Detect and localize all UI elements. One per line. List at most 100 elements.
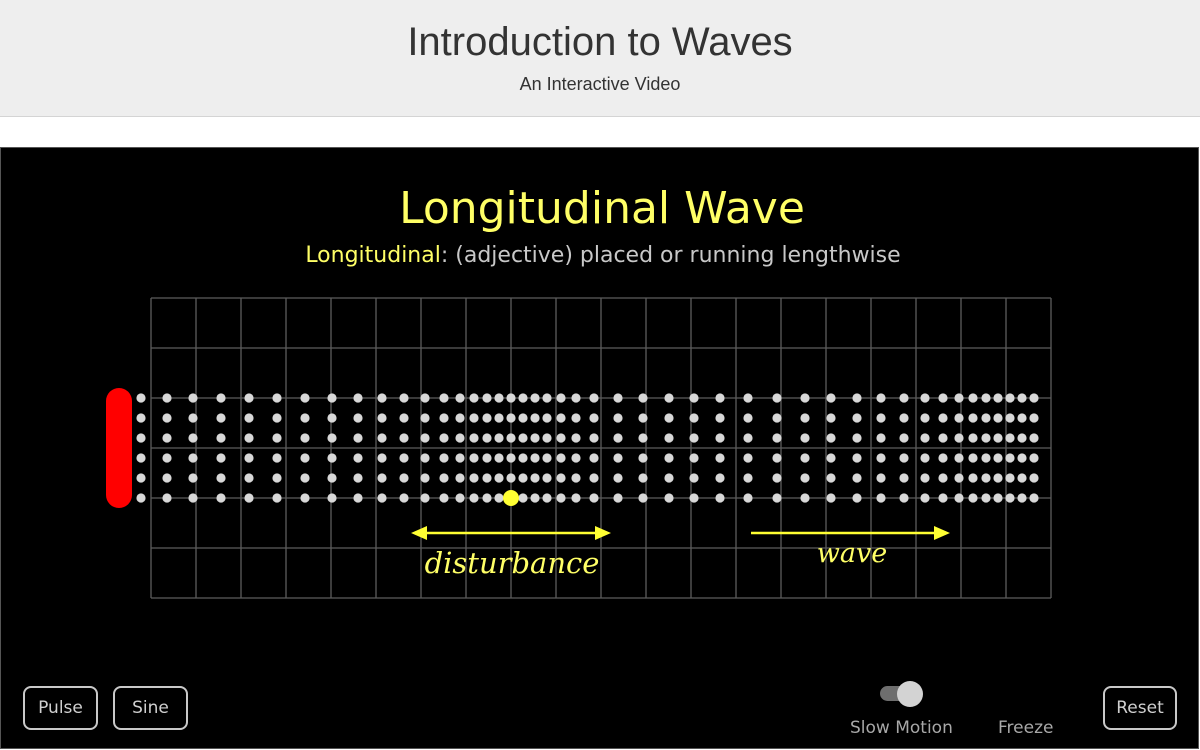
particle [494,393,504,403]
particle [938,393,948,403]
particle [638,453,648,463]
particle [327,413,337,423]
particle [469,393,479,403]
particle [399,413,409,423]
particle [613,453,623,463]
particle [689,393,699,403]
freeze-label[interactable]: Freeze [998,718,1053,738]
particle [216,433,226,443]
particle [556,413,566,423]
particle [469,453,479,463]
particle [353,493,363,503]
particle [638,433,648,443]
particle [826,453,836,463]
particle [399,433,409,443]
particle [772,453,782,463]
background-grid [150,297,1052,599]
particle [852,413,862,423]
particle [300,453,310,463]
particle [518,493,528,503]
slow-motion-label: Slow Motion [850,718,953,738]
reset-button[interactable]: Reset [1103,686,1177,730]
particle-field [136,393,1039,506]
particle [1005,393,1015,403]
particle [399,473,409,483]
particle [530,473,540,483]
particle [272,473,282,483]
particle [920,393,930,403]
particle [938,453,948,463]
particle [300,493,310,503]
particle [272,493,282,503]
particle [1029,453,1039,463]
particle [353,413,363,423]
particle [469,473,479,483]
particle [244,453,254,463]
wave-canvas: Longitudinal Wave Longitudinal: (adjecti… [106,183,1052,599]
particle [571,433,581,443]
page-title: Introduction to Waves [407,20,793,64]
particle [743,493,753,503]
particle [1005,473,1015,483]
particle [482,393,492,403]
particle [327,473,337,483]
particle [530,453,540,463]
particle [899,393,909,403]
particle [1017,393,1027,403]
particle [136,493,146,503]
wave-label: wave [817,538,887,569]
pulse-button[interactable]: Pulse [23,686,98,730]
particle [715,413,725,423]
slow-motion-toggle-knob[interactable] [897,681,923,707]
particle [571,493,581,503]
particle [826,433,836,443]
particle [377,473,387,483]
particle [136,433,146,443]
particle [439,433,449,443]
particle [715,393,725,403]
driver-piston[interactable] [106,388,132,508]
simulation-stage: Longitudinal Wave Longitudinal: (adjecti… [0,147,1199,749]
particle [439,493,449,503]
particle [136,453,146,463]
particle [455,473,465,483]
particle [899,493,909,503]
particle [899,453,909,463]
particle [968,393,978,403]
particle [1017,473,1027,483]
particle [589,433,599,443]
sine-button[interactable]: Sine [113,686,188,730]
particle [876,393,886,403]
particle [455,413,465,423]
particle [506,433,516,443]
particle [938,493,948,503]
particle [455,393,465,403]
particle [800,393,810,403]
particle [244,473,254,483]
particle [981,433,991,443]
particle [800,453,810,463]
particle [494,453,504,463]
particle [899,413,909,423]
particle [772,473,782,483]
particle [556,473,566,483]
particle [136,473,146,483]
particle [993,453,1003,463]
particle [353,453,363,463]
particle [542,393,552,403]
particle [188,453,198,463]
particle [327,453,337,463]
particle [981,493,991,503]
particle [399,393,409,403]
particle [664,393,674,403]
particle [920,493,930,503]
particle [743,433,753,443]
particle [613,393,623,403]
particle [689,493,699,503]
particle [876,473,886,483]
particle [162,413,172,423]
particle [542,493,552,503]
particle [689,413,699,423]
particle [743,413,753,423]
particle [1029,473,1039,483]
